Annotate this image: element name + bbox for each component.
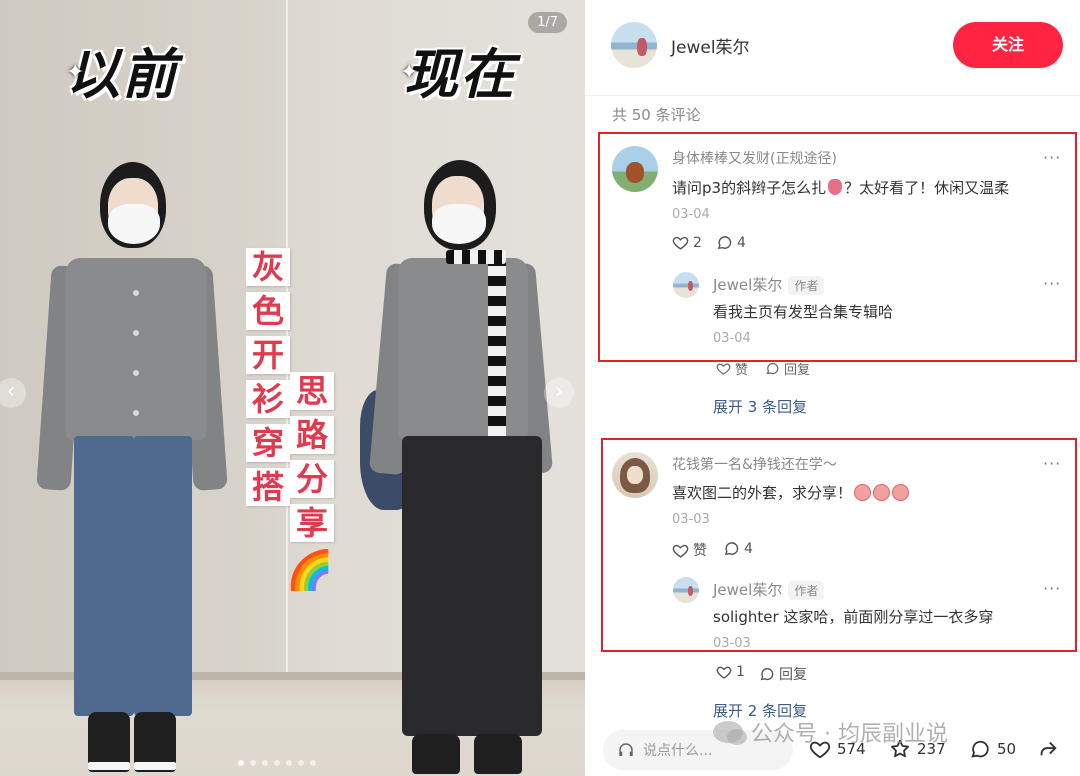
comments-panel: Jewel茱尔 关注 共 50 条评论 身体棒棒又发财(正规途径) ··· 请问… xyxy=(585,0,1080,776)
post-image[interactable]: 以前 现在 ✦ ✦ 1/7 灰 色 开 衫 穿 搭 思 路 分 享 🌈 ‹ › xyxy=(0,0,585,776)
author-avatar[interactable] xyxy=(611,22,657,68)
image-counter: 1/7 xyxy=(528,12,567,33)
wechat-icon xyxy=(713,721,747,745)
comments-count: 共 50 条评论 xyxy=(612,106,701,124)
heart-icon xyxy=(716,363,731,375)
sparkle-icon: ✦ xyxy=(400,60,419,85)
comment-bubble-icon xyxy=(760,668,774,681)
comment-count-button[interactable]: 50 xyxy=(969,738,1016,760)
watermark: 公众号 · 均辰副业说 xyxy=(713,716,948,748)
reply-like-button[interactable]: 1 xyxy=(716,664,745,680)
label-now: 现在 xyxy=(404,43,516,106)
heart-icon xyxy=(716,666,732,679)
caption-column-1: 灰 色 开 衫 穿 搭 xyxy=(246,248,290,506)
comment-bubble-icon xyxy=(766,362,779,375)
prev-image-button[interactable]: ‹ xyxy=(0,378,26,408)
share-button[interactable] xyxy=(1037,738,1059,760)
caption-column-2: 思 路 分 享 xyxy=(290,372,334,542)
image-pagination xyxy=(238,760,316,766)
next-image-button[interactable]: › xyxy=(544,378,574,408)
share-icon xyxy=(1040,741,1057,756)
comment-bubble-icon xyxy=(971,740,989,758)
author-name[interactable]: Jewel茱尔 xyxy=(671,33,750,58)
highlight-box xyxy=(601,438,1077,652)
headphone-icon xyxy=(619,743,633,756)
follow-button[interactable]: 关注 xyxy=(953,22,1063,68)
highlight-box xyxy=(598,132,1077,362)
post-header: Jewel茱尔 关注 xyxy=(585,0,1080,96)
rainbow-icon: 🌈 xyxy=(286,548,334,592)
sparkle-icon: ✦ xyxy=(66,60,85,85)
reply-reply-button[interactable]: 回复 xyxy=(759,664,807,684)
expand-replies-link[interactable]: 展开 3 条回复 xyxy=(713,396,807,417)
comment-input-placeholder: 说点什么... xyxy=(643,743,713,759)
